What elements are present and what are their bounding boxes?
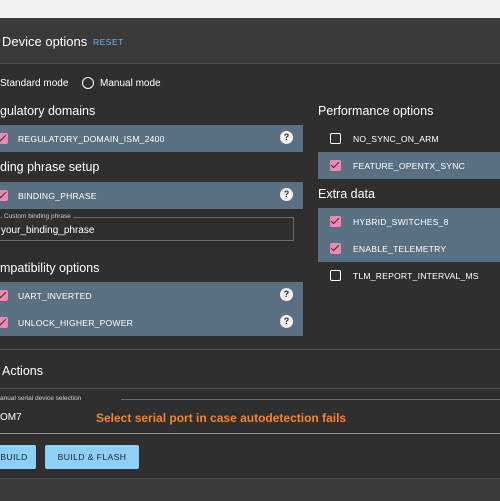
build-button[interactable]: BUILD: [0, 445, 36, 469]
actions-title-divider: [0, 388, 500, 389]
bottom-panel: [0, 478, 500, 501]
option-row-hybrid-switches-8[interactable]: HYBRID_SWITCHES_8: [318, 208, 500, 235]
actions-divider: [0, 349, 500, 350]
actions-title: Actions: [2, 364, 43, 378]
regulatory-domain-checkbox[interactable]: [0, 133, 8, 144]
enable-telemetry-checkbox[interactable]: [330, 243, 341, 254]
binding-phrase-setup-title: ding phrase setup: [0, 160, 100, 174]
manual-mode-radio[interactable]: [82, 77, 94, 89]
unlock-higher-power-checkbox[interactable]: [0, 317, 8, 328]
device-options-title: Device options: [2, 34, 88, 49]
no-sync-on-arm-checkbox[interactable]: [330, 133, 341, 144]
standard-mode-label[interactable]: Standard mode: [0, 78, 68, 89]
option-row-regulatory-domain[interactable]: REGULATORY_DOMAIN_ISM_2400 ?: [0, 125, 303, 152]
help-icon[interactable]: ?: [280, 288, 293, 301]
regulatory-domain-label: REGULATORY_DOMAIN_ISM_2400: [18, 134, 165, 144]
custom-binding-phrase-label: Custom binding phrase: [2, 213, 73, 220]
help-icon[interactable]: ?: [280, 131, 293, 144]
feature-opentx-sync-label: FEATURE_OPENTX_SYNC: [353, 161, 466, 171]
serial-field-outline: [121, 399, 500, 400]
regulatory-domains-title: gulatory domains: [0, 104, 96, 118]
reset-button[interactable]: RESET: [93, 37, 124, 47]
performance-options-title: Performance options: [318, 104, 434, 118]
serial-port-hint: Select serial port in case autodetection…: [96, 411, 347, 425]
binding-phrase-checkbox[interactable]: [0, 190, 8, 201]
mode-selector: Standard mode Manual mode: [0, 77, 170, 91]
option-row-no-sync-on-arm[interactable]: NO_SYNC_ON_ARM: [318, 125, 500, 152]
tlm-report-interval-checkbox[interactable]: [330, 270, 341, 281]
enable-telemetry-label: ENABLE_TELEMETRY: [353, 244, 447, 254]
serial-device-select[interactable]: OM7: [0, 412, 22, 423]
browser-top-bar: [0, 0, 500, 18]
help-icon[interactable]: ?: [280, 315, 293, 328]
build-and-flash-button[interactable]: BUILD & FLASH: [45, 445, 139, 469]
option-row-enable-telemetry[interactable]: ENABLE_TELEMETRY: [318, 235, 500, 262]
feature-opentx-sync-checkbox[interactable]: [330, 160, 341, 171]
no-sync-on-arm-label: NO_SYNC_ON_ARM: [353, 134, 439, 144]
binding-phrase-label: BINDING_PHRASE: [18, 191, 97, 201]
option-row-binding-phrase[interactable]: BINDING_PHRASE ?: [0, 182, 303, 209]
manual-mode-label[interactable]: Manual mode: [100, 78, 161, 89]
unlock-higher-power-label: UNLOCK_HIGHER_POWER: [18, 318, 134, 328]
hybrid-switches-8-label: HYBRID_SWITCHES_8: [353, 217, 449, 227]
serial-field-underline: [0, 433, 500, 434]
option-row-feature-opentx-sync[interactable]: FEATURE_OPENTX_SYNC: [318, 152, 500, 179]
tlm-report-interval-label: TLM_REPORT_INTERVAL_MS: [353, 271, 479, 281]
compatibility-options-title: mpatibility options: [0, 261, 100, 275]
uart-inverted-label: UART_INVERTED: [18, 291, 92, 301]
custom-binding-phrase-value[interactable]: your_binding_phrase: [1, 225, 94, 236]
help-icon[interactable]: ?: [280, 188, 293, 201]
option-row-unlock-higher-power[interactable]: UNLOCK_HIGHER_POWER ?: [0, 309, 303, 336]
hybrid-switches-8-checkbox[interactable]: [330, 216, 341, 227]
uart-inverted-checkbox[interactable]: [0, 290, 8, 301]
extra-data-title: Extra data: [318, 187, 375, 201]
option-row-tlm-report-interval[interactable]: TLM_REPORT_INTERVAL_MS: [318, 262, 500, 289]
option-row-uart-inverted[interactable]: UART_INVERTED ?: [0, 282, 303, 309]
serial-device-label: anual serial device selection: [0, 395, 82, 402]
